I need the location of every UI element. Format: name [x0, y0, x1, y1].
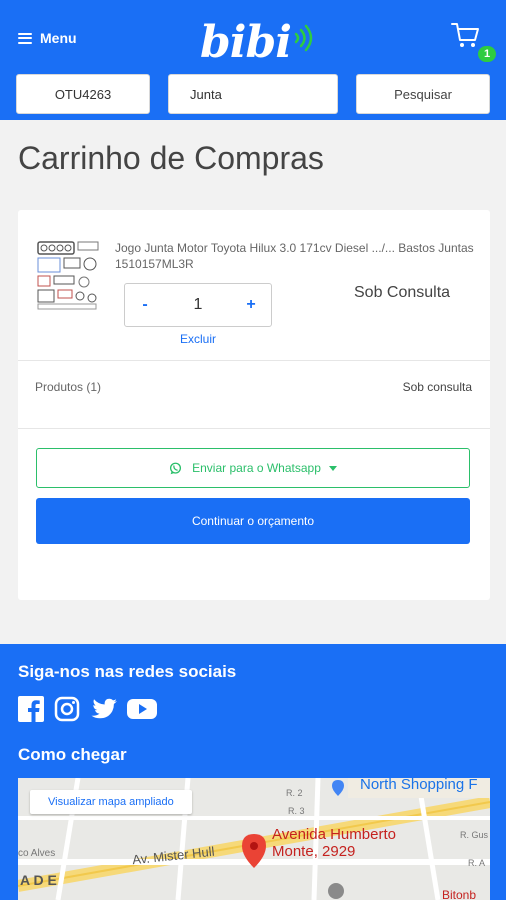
- map-place-line2: Monte, 2929: [272, 843, 356, 860]
- subtotal-value: Sob consulta: [402, 380, 472, 394]
- product-name[interactable]: Jogo Junta Motor Toyota Hilux 3.0 171cv …: [115, 240, 477, 272]
- remove-item-link[interactable]: Excluir: [180, 332, 216, 346]
- cart-card: Jogo Junta Motor Toyota Hilux 3.0 171cv …: [18, 210, 490, 600]
- logo[interactable]: bibi: [200, 14, 315, 70]
- twitter-icon[interactable]: [90, 696, 117, 722]
- view-larger-map-link[interactable]: Visualizar mapa ampliado: [30, 790, 192, 814]
- increase-quantity-button[interactable]: +: [231, 296, 271, 314]
- whatsapp-icon: [170, 462, 182, 474]
- top-header: Menu bibi 1 OTU4263 Junta Pesquisar: [0, 0, 506, 120]
- send-whatsapp-button[interactable]: Enviar para o Whatsapp: [36, 448, 470, 488]
- whatsapp-label: Enviar para o Whatsapp: [192, 461, 321, 475]
- plate-field[interactable]: OTU4263: [16, 74, 150, 114]
- directions-title: Como chegar: [18, 745, 127, 764]
- divider: [18, 428, 490, 429]
- menu-button[interactable]: Menu: [18, 30, 77, 46]
- map-bitonb-label: Bitonb: [442, 888, 477, 900]
- part-search-field[interactable]: Junta: [168, 74, 338, 114]
- facebook-icon[interactable]: [18, 696, 44, 722]
- search-button[interactable]: Pesquisar: [356, 74, 490, 114]
- menu-label: Menu: [40, 30, 77, 46]
- map-rgus-label: R. Gus: [460, 830, 489, 840]
- social-links: [18, 696, 162, 722]
- location-map[interactable]: Visualizar mapa ampliado Avenida Humbert…: [18, 778, 490, 900]
- item-price: Sob Consulta: [354, 284, 451, 301]
- product-thumbnail[interactable]: [34, 238, 102, 312]
- logo-text: bibi: [200, 16, 292, 68]
- gasket-kit-image: [37, 241, 99, 310]
- quantity-input[interactable]: 1: [165, 296, 231, 314]
- social-title: Siga-nos nas redes sociais: [18, 662, 237, 681]
- subtotal-label: Produtos (1): [35, 380, 102, 394]
- map-place-line1: Avenida Humberto: [272, 826, 396, 843]
- continue-quote-button[interactable]: Continuar o orçamento: [36, 498, 470, 544]
- instagram-icon[interactable]: [54, 696, 80, 722]
- decrease-quantity-button[interactable]: -: [125, 296, 165, 314]
- map-poi-label: North Shopping F: [360, 778, 478, 793]
- hamburger-icon: [18, 32, 32, 44]
- map-r2-label: R. 2: [286, 788, 303, 798]
- caret-down-icon: [328, 465, 337, 471]
- map-area-label: A D E: [20, 872, 57, 888]
- sound-waves-icon: [294, 24, 313, 52]
- footer: Siga-nos nas redes sociais Como chegar V…: [0, 644, 506, 900]
- cart-count-badge: 1: [476, 44, 498, 64]
- shopping-cart-icon: [451, 23, 479, 47]
- map-r3-label: R. 3: [288, 806, 305, 816]
- cart-button[interactable]: [450, 20, 480, 55]
- map-street2-label: co Alves: [18, 848, 56, 859]
- map-ra-label: R. A: [468, 858, 486, 868]
- youtube-icon[interactable]: [126, 696, 157, 722]
- quantity-stepper: - 1 +: [124, 283, 272, 327]
- page-title: Carrinho de Compras: [18, 140, 324, 176]
- divider: [18, 360, 490, 361]
